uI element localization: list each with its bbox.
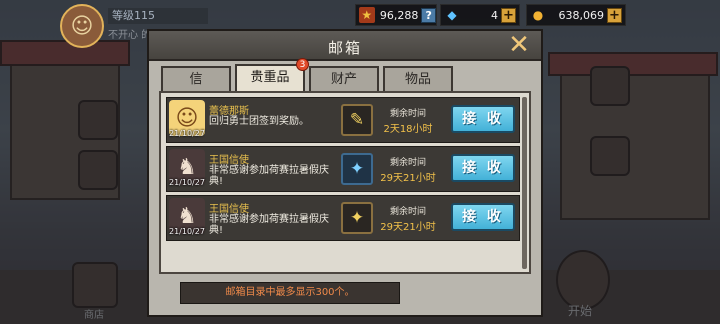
mail-list: ☺ 21/10/27 蕾德那斯 回归勇士团签到奖励。 ✎ 剩余时间 2天18小时… <box>159 91 531 274</box>
mailbox-limit-note: 邮箱目录中最多显示300个。 <box>180 282 400 304</box>
tab-assets[interactable]: 财产 <box>309 66 379 92</box>
time-label: 剩余时间 <box>389 158 426 168</box>
player-status: 不开心 的 <box>108 30 152 41</box>
gold-ticket-icon[interactable]: ✎ <box>341 104 373 136</box>
mail-date: 21/10/27 <box>169 129 205 138</box>
dialog-title: 邮箱 <box>327 39 362 57</box>
receive-button[interactable]: 接 收 <box>451 154 515 182</box>
close-icon[interactable]: ✕ <box>505 32 533 59</box>
coin-currency-bar: ● 638,069 + <box>526 4 626 26</box>
coin-count: 638,069 <box>558 8 605 22</box>
gold-count: 96,288 <box>379 8 419 22</box>
mail-message: 非常感谢参加荷赛拉暑假庆典! <box>209 165 329 187</box>
player-level: 等级115 <box>108 8 208 24</box>
list-item: ♞ 21/10/27 王国信使 非常感谢参加荷赛拉暑假庆典! ✦ 剩余时间 29… <box>166 146 520 192</box>
diamond-icon: ◆ <box>447 8 457 22</box>
help-button[interactable]: ? <box>421 7 436 23</box>
mailbox-tabs: 信 贵重品 3 财产 物品 <box>161 58 457 92</box>
receive-button[interactable]: 接 收 <box>451 203 515 231</box>
receive-button[interactable]: 接 收 <box>451 105 515 133</box>
list-item: ♞ 21/10/27 王国信使 非常感谢参加荷赛拉暑假庆典! ✦ 剩余时间 29… <box>166 195 520 241</box>
tab-items[interactable]: 物品 <box>383 66 453 92</box>
mail-date: 21/10/27 <box>169 227 205 236</box>
dialog-title-bar: 邮箱 ✕ <box>149 31 541 61</box>
player-avatar[interactable]: ☺ <box>60 4 104 48</box>
mail-sender: 蕾德那斯 <box>209 106 249 117</box>
star-icon: ★ <box>359 7 375 23</box>
list-item: ☺ 21/10/27 蕾德那斯 回归勇士团签到奖励。 ✎ 剩余时间 2天18小时… <box>166 97 520 143</box>
tab-valuables[interactable]: 贵重品 3 <box>235 58 309 92</box>
time-value: 29天21小时 <box>380 173 436 184</box>
mail-sender: 王国信使 <box>209 204 249 215</box>
tab-valuables-label: 贵重品 <box>250 70 290 85</box>
gem-count: 4 <box>491 8 498 22</box>
gold-ticket-icon[interactable]: ✦ <box>341 202 373 234</box>
time-label: 剩余时间 <box>389 109 426 119</box>
tab-badge: 3 <box>296 58 309 71</box>
gold-currency-bar: ★ 96,288 ? <box>355 4 437 26</box>
tab-letters[interactable]: 信 <box>161 66 231 92</box>
gem-currency-bar: ◆ 4 + <box>440 4 520 26</box>
add-coin-button[interactable]: + <box>607 7 622 23</box>
mail-sender: 王国信使 <box>209 155 249 166</box>
time-label: 剩余时间 <box>389 207 426 217</box>
time-value: 29天21小时 <box>380 222 436 233</box>
mail-message: 回归勇士团签到奖励。 <box>209 116 309 127</box>
add-gem-button[interactable]: + <box>501 7 516 23</box>
mail-date: 21/10/27 <box>169 178 205 187</box>
coin-icon: ● <box>532 8 544 22</box>
mailbox-dialog: 邮箱 ✕ 信 贵重品 3 财产 物品 ☺ 21/10/27 蕾德那斯 回归勇士团… <box>147 29 543 317</box>
mail-list-scrollbar[interactable] <box>522 97 527 269</box>
mail-message: 非常感谢参加荷赛拉暑假庆典! <box>209 214 329 236</box>
time-value: 2天18小时 <box>383 124 433 135</box>
blue-ticket-icon[interactable]: ✦ <box>341 153 373 185</box>
